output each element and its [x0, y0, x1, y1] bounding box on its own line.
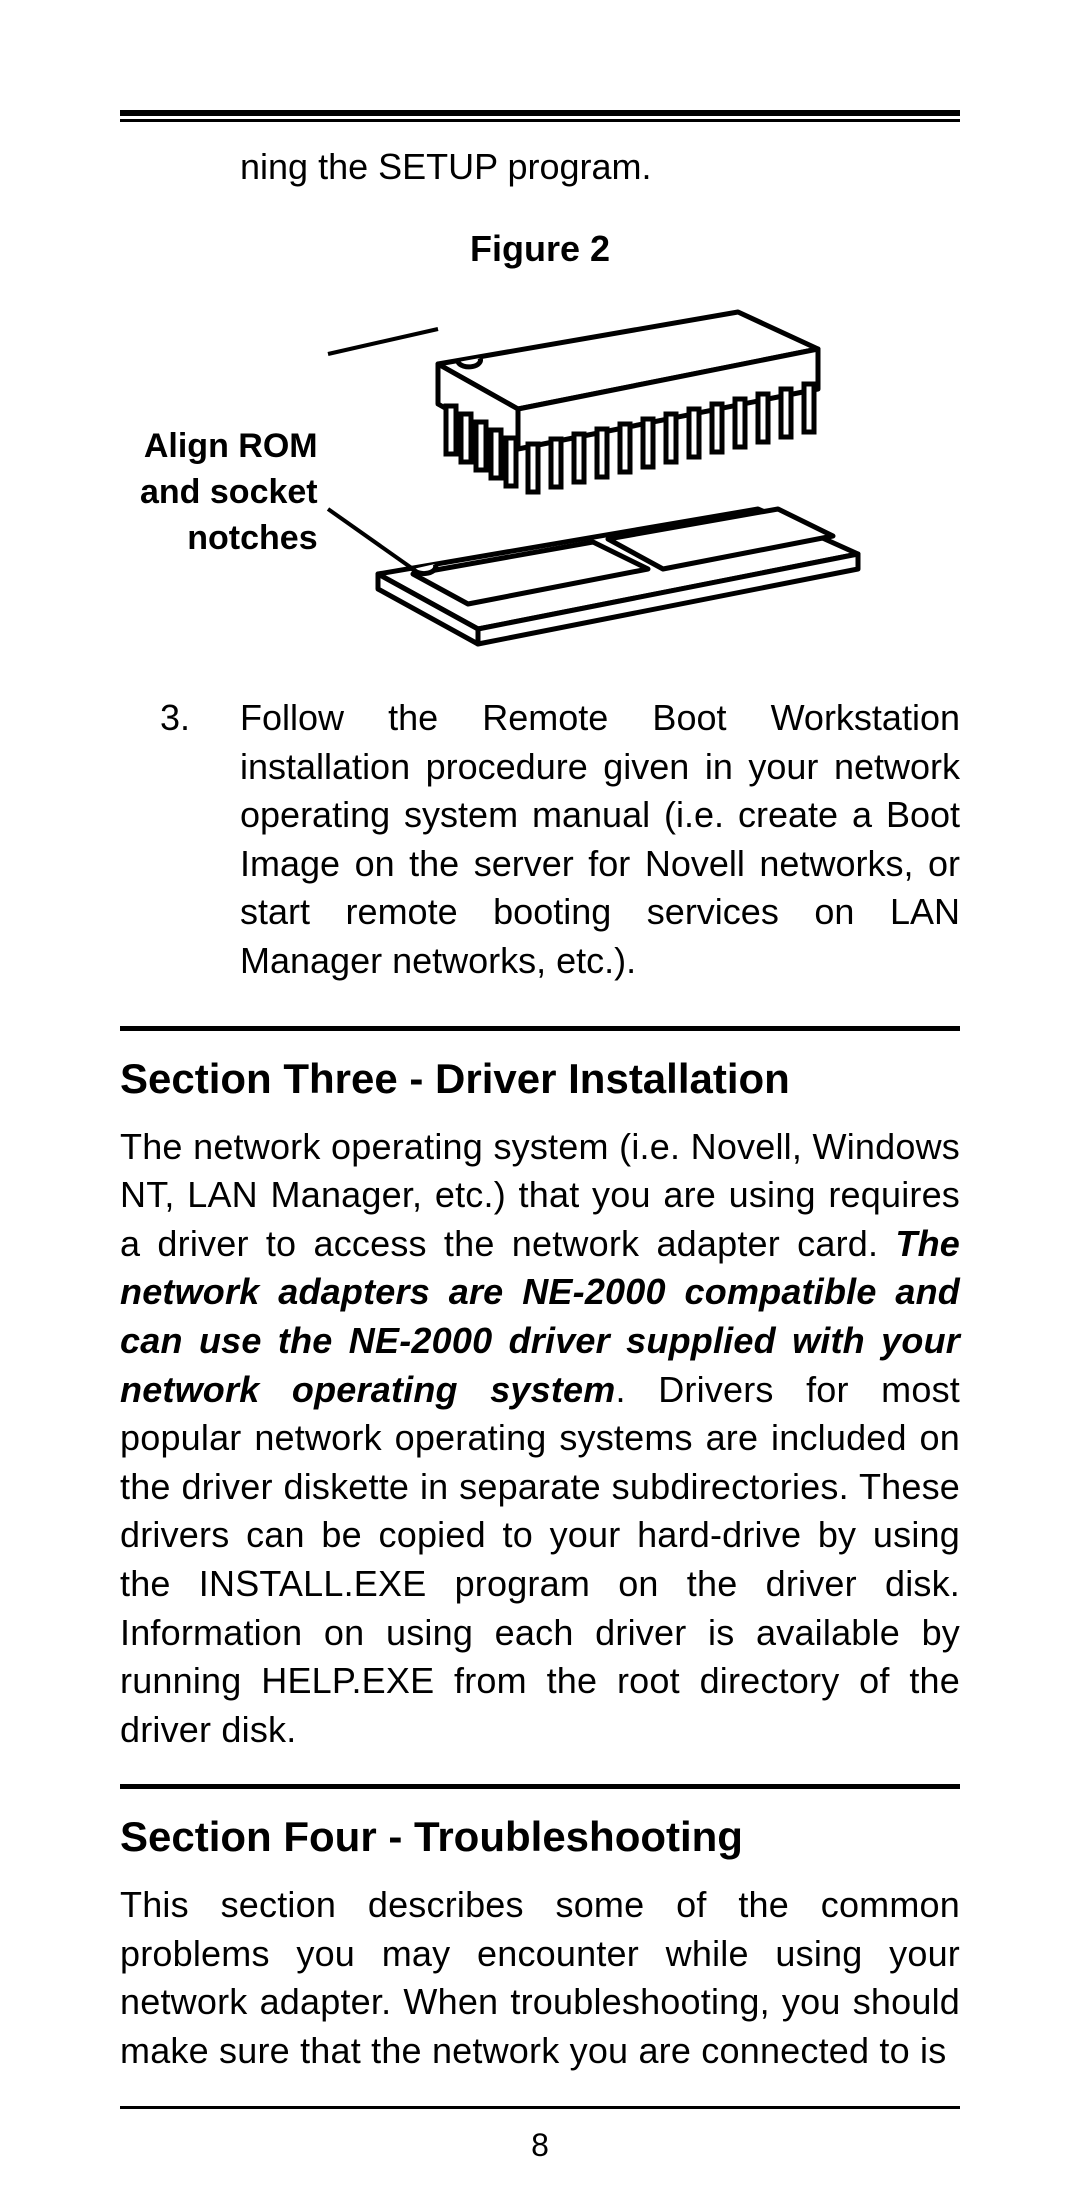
section3-text-a: The network operating system (i.e. Novel… [120, 1126, 960, 1264]
figure-label-line1: Align ROM [144, 427, 318, 465]
section-4-heading: Section Four - Troubleshooting [120, 1813, 960, 1861]
section-3-paragraph: The network operating system (i.e. Novel… [120, 1123, 960, 1755]
section3-text-b: . Drivers for most popular network opera… [120, 1369, 960, 1750]
figure-label-line2: and socket [140, 473, 318, 511]
figure-label: Align ROM and socket notches [140, 424, 318, 562]
page-footer: 8 [120, 2106, 960, 2164]
section-3-heading: Section Three - Driver Installation [120, 1055, 960, 1103]
rom-chip-diagram [318, 294, 878, 654]
step-text: Follow the Remote Boot Workstation insta… [240, 694, 960, 986]
figure-2: Align ROM and socket notches [120, 294, 960, 654]
figure-caption: Figure 2 [120, 228, 960, 270]
page-number: 8 [531, 2127, 549, 2163]
figure-label-line3: notches [187, 519, 317, 557]
section-divider [120, 1026, 960, 1031]
rom-socket-icon [378, 509, 858, 644]
continuation-text: ning the SETUP program. [240, 146, 960, 188]
section-4-paragraph: This section describes some of the commo… [120, 1881, 960, 2075]
document-page: ning the SETUP program. Figure 2 Align R… [120, 110, 960, 2139]
step-3: 3. Follow the Remote Boot Workstation in… [120, 694, 960, 986]
step-number: 3. [160, 694, 240, 986]
top-rule [120, 110, 960, 122]
section-divider [120, 1784, 960, 1789]
